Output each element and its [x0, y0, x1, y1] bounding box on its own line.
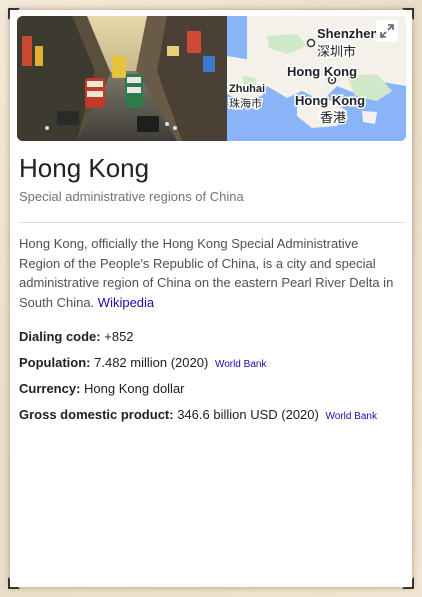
- fact-label: Population:: [19, 355, 91, 370]
- map-label-hongkong-zh: 香港: [320, 111, 346, 126]
- media-header: Shenzhen 深圳市 Hong Kong Zhuhai 珠海市 Hong K…: [17, 16, 406, 141]
- street-photo[interactable]: [17, 16, 227, 141]
- divider: [19, 222, 405, 223]
- fact-value: 7.482 million (2020): [94, 355, 209, 370]
- map-label-hongkong-en: Hong Kong: [295, 93, 365, 108]
- knowledge-panel: Shenzhen 深圳市 Hong Kong Zhuhai 珠海市 Hong K…: [10, 10, 412, 587]
- fact-population: Population: 7.482 million (2020) World B…: [19, 353, 405, 379]
- entity-subtitle: Special administrative regions of China: [19, 189, 244, 204]
- map-label-hongkong-en-upper: Hong Kong: [287, 64, 357, 79]
- description-text: Hong Kong, officially the Hong Kong Spec…: [19, 236, 394, 310]
- fact-dialing-code: Dialing code: +852: [19, 327, 405, 353]
- expand-icon: [380, 24, 394, 38]
- world-bank-link[interactable]: World Bank: [215, 359, 267, 370]
- photo-frame: Shenzhen 深圳市 Hong Kong Zhuhai 珠海市 Hong K…: [0, 0, 422, 597]
- fact-label: Currency:: [19, 381, 81, 396]
- expand-button[interactable]: [376, 20, 398, 42]
- facts-list: Dialing code: +852 Population: 7.482 mil…: [19, 327, 405, 431]
- fact-gdp: Gross domestic product: 346.6 billion US…: [19, 405, 405, 431]
- fact-label: Dialing code:: [19, 329, 101, 344]
- fact-currency: Currency: Hong Kong dollar: [19, 379, 405, 405]
- map-label-shenzhen-en: Shenzhen: [317, 26, 378, 41]
- fact-value[interactable]: Hong Kong dollar: [84, 381, 184, 396]
- entity-description: Hong Kong, officially the Hong Kong Spec…: [19, 234, 403, 312]
- entity-title: Hong Kong: [19, 153, 150, 183]
- fact-value: 346.6 billion USD (2020): [177, 407, 319, 422]
- fact-label: Gross domestic product:: [19, 407, 174, 422]
- map-label-zhuhai-zh: 珠海市: [229, 96, 262, 110]
- fact-value[interactable]: +852: [104, 329, 133, 344]
- wikipedia-link[interactable]: Wikipedia: [98, 295, 154, 310]
- world-bank-link[interactable]: World Bank: [325, 411, 377, 422]
- map-label-shenzhen-zh: 深圳市: [317, 44, 356, 60]
- map-label-zhuhai-en: Zhuhai: [229, 83, 265, 95]
